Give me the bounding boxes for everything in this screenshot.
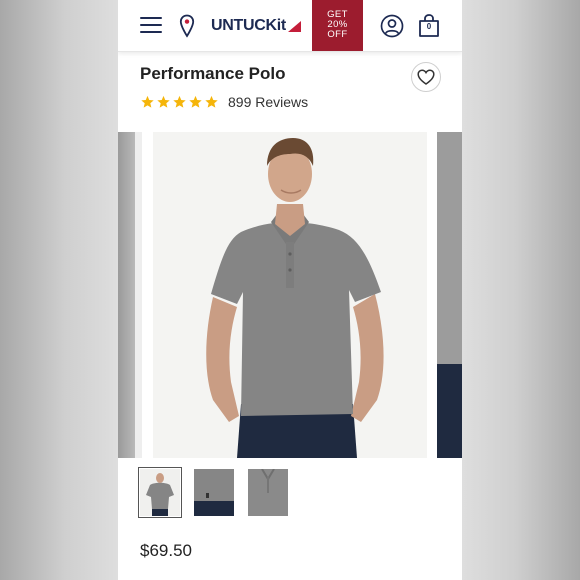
product-title: Performance Polo — [140, 64, 286, 83]
heart-icon — [417, 69, 435, 85]
background-left-blur — [0, 0, 118, 580]
background-right-blur — [462, 0, 580, 580]
thumbnail-flat-view[interactable] — [248, 469, 288, 516]
logo-text: UNTUCKit — [211, 17, 286, 34]
thumbnail-front-image — [140, 469, 180, 516]
logo-flag-icon — [287, 20, 301, 32]
product-price: $69.50 — [140, 541, 192, 560]
product-main-image[interactable] — [153, 132, 427, 458]
promo-banner-button[interactable]: GET 20% OFF — [312, 0, 363, 51]
gallery-prev-image[interactable] — [118, 132, 142, 458]
star-icon — [141, 95, 154, 108]
thumbnail-flat-image — [248, 469, 288, 516]
next-image-jeans — [437, 364, 462, 458]
cart-count: 0 — [426, 22, 432, 31]
star-icon — [205, 95, 218, 108]
account-icon[interactable] — [380, 14, 404, 38]
thumbnail-detail-image — [194, 469, 234, 516]
brand-logo[interactable]: UNTUCKit — [211, 17, 301, 35]
thumbnail-front-view[interactable] — [138, 467, 182, 518]
model-wearing-polo-image — [153, 132, 427, 458]
shopping-bag-button[interactable]: 0 — [417, 13, 441, 39]
site-header: UNTUCKit GET 20% OFF 0 — [118, 0, 462, 52]
favorite-button[interactable] — [411, 62, 441, 92]
promo-line-3: OFF — [327, 29, 348, 40]
star-icon — [157, 95, 170, 108]
menu-icon[interactable] — [140, 15, 164, 35]
review-count-link[interactable]: 899 Reviews — [228, 94, 308, 110]
store-locator-pin-icon[interactable] — [179, 14, 195, 38]
mobile-screen: UNTUCKit GET 20% OFF 0 Performance Polo — [118, 0, 462, 580]
rating-stars — [140, 95, 220, 109]
gallery-thumbnails — [138, 467, 302, 518]
thumbnail-detail-view[interactable] — [194, 469, 234, 516]
star-icon — [189, 95, 202, 108]
product-rating[interactable]: 899 Reviews — [140, 94, 308, 110]
star-icon — [173, 95, 186, 108]
gallery-next-image[interactable] — [437, 132, 462, 458]
